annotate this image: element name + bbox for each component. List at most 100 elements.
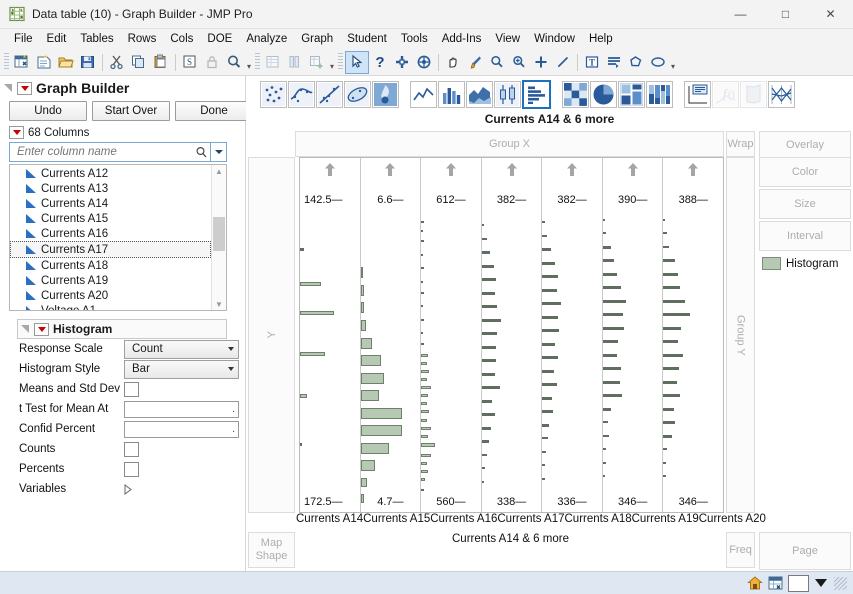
box-plot-icon[interactable] bbox=[494, 81, 521, 108]
open-file-icon[interactable] bbox=[55, 52, 77, 73]
columns-header[interactable]: 68 Columns bbox=[0, 126, 245, 142]
freq-dropzone[interactable]: Freq bbox=[726, 532, 755, 568]
toolbar-grip[interactable] bbox=[4, 53, 9, 71]
new-script-icon[interactable] bbox=[33, 52, 55, 73]
points-icon[interactable] bbox=[260, 81, 287, 108]
overlay-dropzone[interactable]: Overlay bbox=[759, 131, 851, 159]
menu-cols[interactable]: Cols bbox=[163, 31, 200, 47]
sort-arrow-icon[interactable] bbox=[445, 163, 456, 176]
column-item-currents-a13[interactable]: Currents A13 bbox=[10, 181, 211, 196]
arrow-select-icon[interactable] bbox=[345, 51, 369, 74]
columns-red-triangle-icon[interactable] bbox=[9, 126, 24, 139]
toolbar-overflow-2[interactable]: ▾ bbox=[328, 53, 336, 71]
red-triangle-menu-icon[interactable] bbox=[17, 82, 32, 95]
panel-currents-a19[interactable]: 390— 346— bbox=[603, 158, 664, 512]
collapse-triangle-icon[interactable] bbox=[21, 325, 30, 334]
collapse-triangle-icon[interactable] bbox=[4, 84, 13, 93]
data-table-icon[interactable] bbox=[767, 576, 784, 591]
scroll-down-icon[interactable]: ▼ bbox=[215, 298, 223, 310]
simple-shape-icon[interactable] bbox=[603, 52, 625, 73]
parallel-plot-icon[interactable] bbox=[768, 81, 795, 108]
map-shape-dropzone[interactable]: Map Shape bbox=[248, 532, 295, 568]
maximize-button[interactable]: □ bbox=[763, 0, 808, 28]
histogram-red-triangle-icon[interactable] bbox=[34, 323, 49, 336]
filter-box-icon[interactable] bbox=[788, 575, 809, 592]
scroll-up-icon[interactable]: ▲ bbox=[215, 165, 223, 177]
panel-currents-a15[interactable]: 6.6— 4.7— bbox=[361, 158, 422, 512]
column-item-currents-a16[interactable]: Currents A16 bbox=[10, 226, 211, 241]
paintbrush-icon[interactable] bbox=[464, 52, 486, 73]
script-icon[interactable]: S bbox=[179, 52, 201, 73]
interval-dropzone[interactable]: Interval bbox=[759, 221, 851, 251]
resize-grip[interactable] bbox=[834, 577, 847, 590]
menu-view[interactable]: View bbox=[488, 31, 527, 47]
close-button[interactable]: ✕ bbox=[808, 0, 853, 28]
map-shape-icon[interactable] bbox=[740, 81, 767, 108]
find-icon[interactable] bbox=[223, 52, 245, 73]
line-chart-icon[interactable] bbox=[410, 81, 437, 108]
column-item-currents-a20[interactable]: Currents A20 bbox=[10, 288, 211, 303]
t-test-input[interactable]: . bbox=[124, 401, 239, 418]
panel-currents-a20[interactable]: 388— 346— bbox=[663, 158, 723, 512]
hand-grabber-icon[interactable] bbox=[442, 52, 464, 73]
panel-currents-a16[interactable]: 612— 560— bbox=[421, 158, 482, 512]
formula-icon[interactable]: f () bbox=[712, 81, 739, 108]
sort-arrow-icon[interactable] bbox=[688, 163, 699, 176]
column-item-currents-a17[interactable]: Currents A17 bbox=[10, 241, 211, 258]
menu-file[interactable]: File bbox=[7, 31, 40, 47]
column-item-currents-a15[interactable]: Currents A15 bbox=[10, 211, 211, 226]
pie-chart-icon[interactable] bbox=[590, 81, 617, 108]
zoom-in-icon[interactable] bbox=[508, 52, 530, 73]
menu-tools[interactable]: Tools bbox=[394, 31, 435, 47]
treemap-icon[interactable] bbox=[618, 81, 645, 108]
group-x-dropzone[interactable]: Group X bbox=[295, 131, 724, 157]
search-input-wrap[interactable] bbox=[9, 142, 211, 162]
heatmap-icon[interactable] bbox=[562, 81, 589, 108]
contour-icon[interactable] bbox=[372, 81, 399, 108]
smoother-icon[interactable] bbox=[288, 81, 315, 108]
cut-icon[interactable] bbox=[106, 52, 128, 73]
sort-arrow-icon[interactable] bbox=[324, 163, 335, 176]
line-of-fit-icon[interactable] bbox=[316, 81, 343, 108]
menu-edit[interactable]: Edit bbox=[40, 31, 74, 47]
menu-window[interactable]: Window bbox=[527, 31, 582, 47]
toolbar-grip-3[interactable] bbox=[338, 53, 343, 71]
done-button[interactable]: Done bbox=[175, 101, 253, 121]
group-y-dropzone[interactable]: Group Y bbox=[726, 157, 755, 513]
line-tool-icon[interactable] bbox=[552, 52, 574, 73]
data-table-icon[interactable] bbox=[262, 52, 284, 73]
counts-checkbox[interactable] bbox=[124, 442, 139, 457]
menu-tables[interactable]: Tables bbox=[73, 31, 120, 47]
filter-triangle-icon[interactable] bbox=[815, 579, 827, 587]
bar-chart-icon[interactable] bbox=[438, 81, 465, 108]
column-item-voltage-a1[interactable]: Voltage A1 bbox=[10, 303, 211, 311]
ellipse-icon[interactable] bbox=[647, 52, 669, 73]
sort-arrow-icon[interactable] bbox=[567, 163, 578, 176]
menu-student[interactable]: Student bbox=[340, 31, 394, 47]
sort-arrow-icon[interactable] bbox=[506, 163, 517, 176]
panel-currents-a17[interactable]: 382— 338— bbox=[482, 158, 543, 512]
caption-box-icon[interactable] bbox=[684, 81, 711, 108]
menu-help[interactable]: Help bbox=[582, 31, 620, 47]
lock-icon[interactable] bbox=[201, 52, 223, 73]
toolbar-grip-2[interactable] bbox=[255, 53, 260, 71]
search-dropdown-button[interactable] bbox=[211, 142, 227, 162]
column-item-currents-a18[interactable]: Currents A18 bbox=[10, 258, 211, 273]
area-chart-icon[interactable] bbox=[466, 81, 493, 108]
undo-button[interactable]: Undo bbox=[9, 101, 87, 121]
confid-percent-input[interactable]: . bbox=[124, 421, 239, 438]
histogram-icon[interactable] bbox=[522, 80, 551, 109]
minimize-button[interactable]: — bbox=[718, 0, 763, 28]
question-help-icon[interactable]: ? bbox=[369, 52, 391, 73]
menu-doe[interactable]: DOE bbox=[200, 31, 239, 47]
wrap-dropzone[interactable]: Wrap bbox=[726, 131, 755, 157]
start-over-button[interactable]: Start Over bbox=[92, 101, 170, 121]
response-scale-select[interactable]: Count bbox=[124, 340, 239, 359]
panel-currents-a14[interactable]: 142.5— 172.5— bbox=[300, 158, 361, 512]
expand-arrow-icon[interactable] bbox=[124, 484, 133, 495]
column-item-currents-a19[interactable]: Currents A19 bbox=[10, 273, 211, 288]
color-dropzone[interactable]: Color bbox=[759, 157, 851, 187]
menu-graph[interactable]: Graph bbox=[294, 31, 340, 47]
histogram-style-select[interactable]: Bar bbox=[124, 360, 239, 379]
crosshair-icon[interactable] bbox=[391, 52, 413, 73]
